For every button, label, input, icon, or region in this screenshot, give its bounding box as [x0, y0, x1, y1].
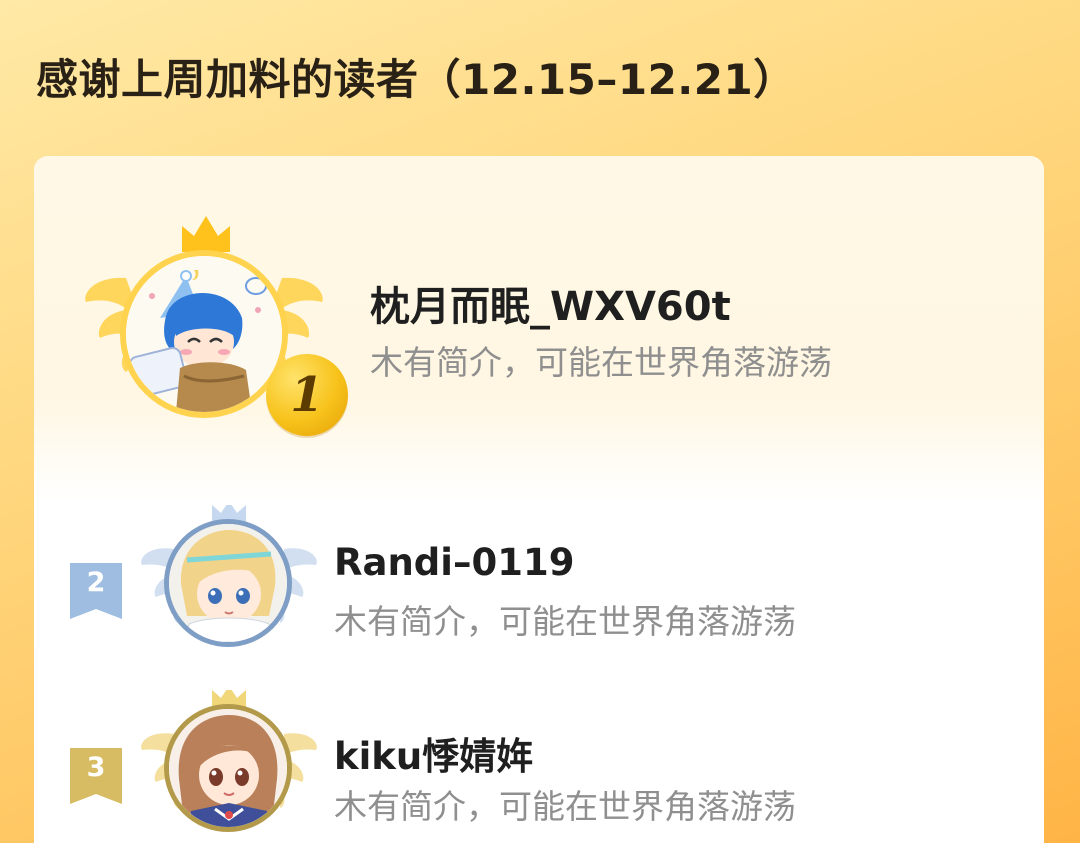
- rank-1-medal: 1: [266, 354, 348, 436]
- reader-name[interactable]: Randi–0119: [334, 541, 574, 584]
- leaderboard-card: 1 枕月而眠_WXV60t 木有简介，可能在世界角落游荡 2 Randi–011…: [34, 156, 1044, 843]
- reader-name[interactable]: kiku悸婧姩: [334, 726, 533, 780]
- page-title: 感谢上周加料的读者（12.15–12.21）: [36, 55, 796, 104]
- rank-3-number: 3: [86, 752, 106, 783]
- reader-bio: 木有简介，可能在世界角落游荡: [334, 602, 796, 641]
- avatar-group-rank-2: [134, 505, 324, 655]
- avatar-blue-hair-sleepy-icon: [120, 250, 288, 418]
- avatar-group-rank-3: [134, 690, 324, 840]
- top-reader-name[interactable]: 枕月而眠_WXV60t: [370, 274, 731, 332]
- list-item[interactable]: 3 kiku悸婧姩 木有简介，可能在世界角落游荡: [34, 686, 1044, 836]
- top-reader-bio: 木有简介，可能在世界角落游荡: [370, 343, 832, 382]
- avatar-brown-hair-anime-icon: [164, 704, 292, 832]
- page: 感谢上周加料的读者（12.15–12.21） 1 枕月而眠_WXV60t 木有简…: [0, 0, 1080, 843]
- list-item[interactable]: 2 Randi–0119 木有简介，可能在世界角落游荡: [34, 501, 1044, 651]
- reader-bio: 木有简介，可能在世界角落游荡: [334, 787, 796, 826]
- rank-1-number: 1: [290, 367, 324, 423]
- rank-2-number: 2: [86, 567, 106, 598]
- rank-2-badge: 2: [70, 563, 122, 619]
- avatar-blonde-anime-icon: [164, 519, 292, 647]
- top-reader-avatar-group[interactable]: 1: [74, 206, 348, 446]
- rank-3-badge: 3: [70, 748, 122, 804]
